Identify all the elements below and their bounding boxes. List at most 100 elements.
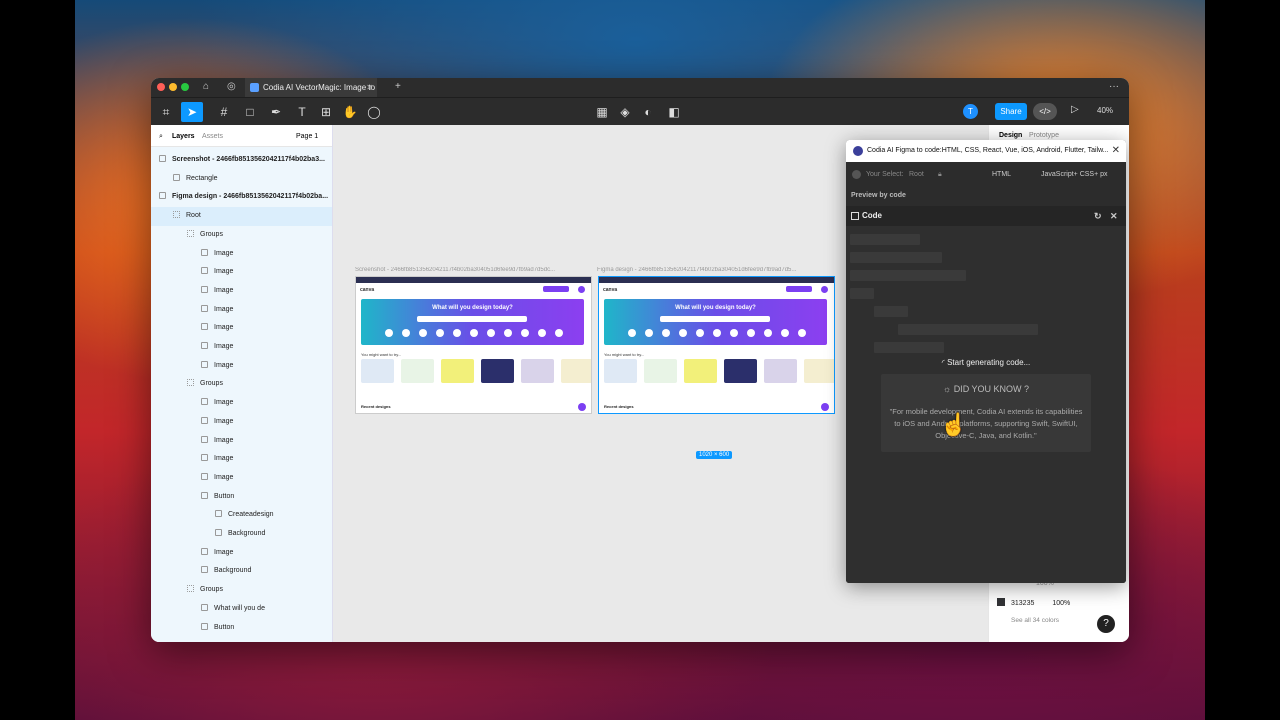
refresh-icon[interactable]: ↻ — [1094, 206, 1102, 226]
mock-template-card — [804, 359, 834, 383]
layer-name: Image — [214, 417, 234, 425]
layer-row[interactable]: Figma design - 2466fb8513562042117f4b02b… — [151, 188, 332, 207]
layer-type-icon — [201, 491, 208, 499]
mock-category-icon — [798, 329, 806, 337]
layer-row[interactable]: Background — [151, 562, 332, 581]
layer-row[interactable]: Image — [151, 413, 332, 432]
zoom-level[interactable]: 40% — [1097, 106, 1113, 115]
tab-assets[interactable]: Assets — [202, 133, 223, 140]
layer-type-icon — [201, 435, 208, 443]
component-icon[interactable]: ◈ — [614, 102, 636, 122]
hand-tool-icon[interactable]: ✋ — [339, 102, 361, 122]
mock-help-button — [821, 403, 829, 411]
main-menu-icon[interactable]: ⌗ — [155, 102, 177, 122]
layer-row[interactable]: Screenshot - 2466fb8513562042117f4b02ba3… — [151, 151, 332, 170]
layer-row[interactable]: Image — [151, 450, 332, 469]
comment-icon[interactable]: ◯ — [363, 102, 385, 122]
layer-row[interactable]: Groups — [151, 581, 332, 600]
selection-icon — [852, 170, 861, 179]
layer-row[interactable]: Image — [151, 319, 332, 338]
letterbox-left — [0, 0, 75, 720]
figma-design-frame[interactable]: canva What will you design today? You migh… — [598, 276, 835, 414]
layer-row[interactable]: Image — [151, 357, 332, 376]
code-skeleton-line — [850, 270, 966, 281]
present-icon[interactable]: ▷ — [1071, 104, 1079, 115]
maximize-window-button[interactable] — [181, 83, 189, 91]
layer-row[interactable]: Image — [151, 432, 332, 451]
code-skeleton-line — [850, 234, 920, 245]
help-button[interactable]: ? — [1097, 615, 1115, 633]
layer-row[interactable]: Createadesign — [151, 506, 332, 525]
code-skeleton-line — [850, 252, 942, 263]
framework-select[interactable]: HTML — [992, 171, 1011, 178]
new-tab-button[interactable]: + — [395, 81, 401, 92]
layer-row[interactable]: Image — [151, 263, 332, 282]
dev-mode-toggle[interactable]: </> — [1033, 103, 1057, 120]
grid-icon[interactable]: ▦ — [591, 102, 613, 122]
tab-layers[interactable]: Layers — [172, 133, 195, 140]
layer-row[interactable]: Button — [151, 619, 332, 638]
layer-type-icon — [201, 472, 208, 480]
layer-name: Background — [214, 567, 252, 575]
mock-recent-designs: Recent designs — [361, 404, 391, 409]
layer-row[interactable]: Groups — [151, 226, 332, 245]
layer-row[interactable]: Image — [151, 544, 332, 563]
layer-row[interactable]: Image — [151, 301, 332, 320]
layer-row[interactable]: Image — [151, 469, 332, 488]
home-icon[interactable]: ⌂ — [203, 81, 209, 92]
frame-tool-icon[interactable]: # — [213, 102, 235, 122]
rectangle-tool-icon[interactable]: □ — [239, 102, 261, 122]
preview-by-code-label[interactable]: Preview by code — [851, 192, 906, 199]
contrast-icon[interactable]: ◐ — [637, 102, 659, 122]
sidebar-toggle-icon[interactable] — [851, 212, 859, 220]
did-you-know-title: ☼ DID YOU KNOW ? — [881, 384, 1091, 394]
page-selector[interactable]: Page 1 — [296, 133, 318, 140]
layer-row[interactable]: Root — [151, 207, 332, 226]
main-toolbar: ⌗ ➤ # □ ✒ T ⊞ ✋ ◯ ▦ ◈ ◐ ◧ T Share </> ▷ … — [151, 97, 1129, 125]
move-tool-icon[interactable]: ➤ — [181, 102, 203, 122]
user-avatar[interactable]: T — [963, 104, 978, 119]
frame-label-figma-design[interactable]: Figma design - 2466fb8513562042117f4b02b… — [597, 267, 833, 273]
see-all-colors-link[interactable]: See all 34 colors — [1011, 617, 1059, 624]
pen-tool-icon[interactable]: ✒ — [265, 102, 287, 122]
lock-icon[interactable]: 🔒︎ — [938, 171, 942, 179]
layer-row[interactable]: Image — [151, 282, 332, 301]
layer-row[interactable]: Image — [151, 338, 332, 357]
layer-name: Background — [228, 530, 266, 537]
layer-row[interactable]: Image — [151, 394, 332, 413]
share-button[interactable]: Share — [995, 103, 1027, 120]
layer-row[interactable]: Groups — [151, 375, 332, 394]
search-icon[interactable]: ⌕ — [159, 133, 163, 141]
more-icon[interactable]: ··· — [1109, 81, 1119, 92]
layer-row[interactable]: Background — [151, 525, 332, 544]
mock-hero-title: What will you design today? — [432, 305, 513, 311]
mock-template-card — [644, 359, 677, 383]
color-swatch[interactable] — [997, 598, 1005, 606]
tab-design[interactable]: Design — [999, 132, 1022, 139]
letterbox-right — [1205, 0, 1280, 720]
layer-type-icon — [187, 585, 194, 593]
language-select[interactable]: JavaScript+ CSS+ px — [1041, 171, 1108, 178]
minimize-window-button[interactable] — [169, 83, 177, 91]
text-tool-icon[interactable]: T — [291, 102, 313, 122]
close-tab-icon[interactable]: ✕ — [366, 78, 373, 97]
resources-icon[interactable]: ⊞ — [315, 102, 337, 122]
layer-type-icon — [201, 248, 208, 256]
layer-row[interactable]: Rectangle — [151, 170, 332, 189]
close-code-icon[interactable]: ✕ — [1110, 206, 1118, 226]
globe-icon[interactable]: ◎ — [227, 81, 236, 92]
layer-name: Groups — [200, 230, 223, 238]
close-window-button[interactable] — [157, 83, 165, 91]
color-style-row[interactable]: 313235 100% — [997, 598, 1070, 607]
tab-prototype[interactable]: Prototype — [1029, 132, 1059, 139]
close-plugin-icon[interactable]: ✕ — [1112, 140, 1120, 162]
file-tab[interactable]: Codia AI VectorMagic: Image to Fi ✕ — [245, 78, 377, 97]
layer-row[interactable]: Image — [151, 245, 332, 264]
layer-row[interactable]: What will you de — [151, 600, 332, 619]
frame-label-screenshot[interactable]: Screenshot - 2466fb8513562042117f4b02ba3… — [355, 267, 591, 273]
layer-type-icon — [201, 267, 208, 275]
boolean-icon[interactable]: ◧ — [663, 102, 685, 122]
screenshot-frame[interactable]: canva What will you design today? You migh… — [355, 276, 592, 414]
layer-row[interactable]: Button — [151, 488, 332, 507]
code-panel: Code ↻ ✕ ◜ Start generating code... ☼ DI… — [846, 206, 1126, 583]
